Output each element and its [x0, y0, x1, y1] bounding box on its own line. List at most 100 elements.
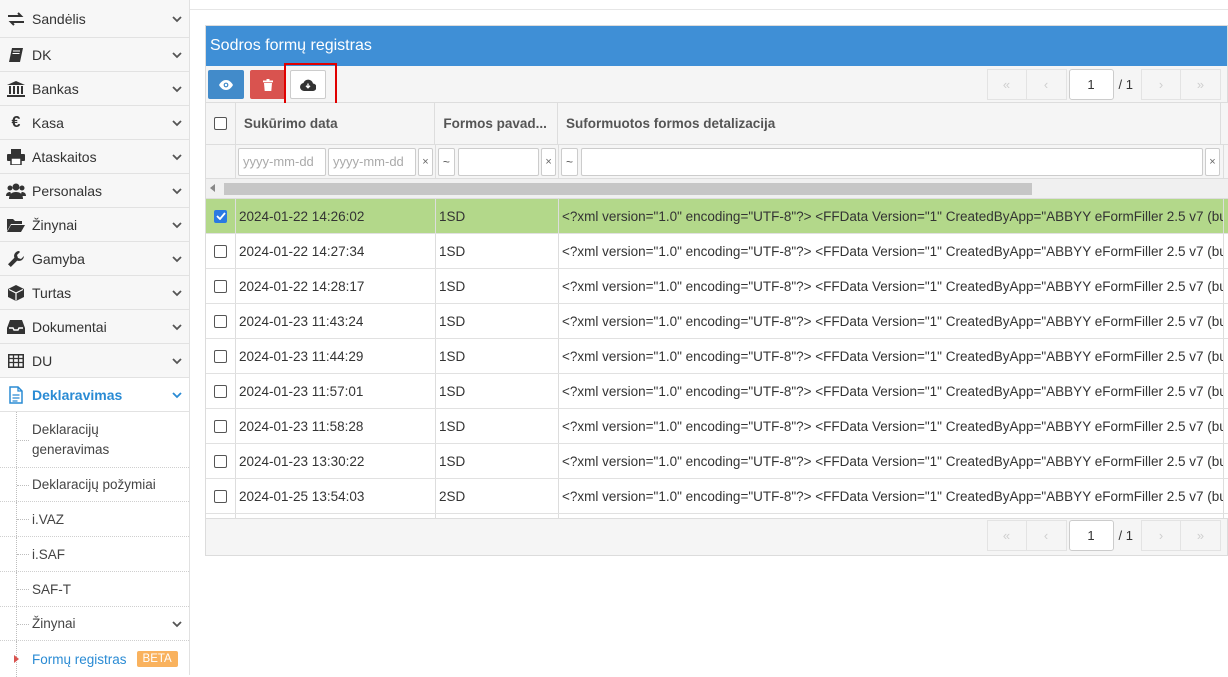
table-icon: [6, 351, 26, 371]
menu-label: Personalas: [32, 182, 103, 199]
submenu-item-formu-registras[interactable]: Formų registras BETA: [0, 641, 189, 677]
date-to-filter[interactable]: yyyy-mm-dd: [328, 147, 416, 176]
column-header-form-name[interactable]: Formos pavad...: [435, 103, 558, 144]
table-row[interactable]: 2024-01-23 11:57:01 1SD <?xml version="1…: [206, 374, 1228, 409]
menu-label: DK: [32, 46, 52, 63]
table-row[interactable]: 2024-01-22 14:26:02 1SD <?xml version="1…: [206, 199, 1228, 234]
detail-filter-operator[interactable]: ~: [561, 147, 578, 176]
row-form: 1SD: [436, 339, 559, 373]
chevron-down-icon: [172, 621, 182, 628]
menu-item-bankas[interactable]: Bankas: [0, 72, 189, 106]
table-row[interactable]: 2024-01-25 13:54:03 2SD <?xml version="1…: [206, 479, 1228, 514]
clear-detail-filter-button[interactable]: ×: [1205, 147, 1220, 176]
eye-icon: [219, 79, 233, 90]
menu-item-dk[interactable]: DK: [0, 38, 189, 72]
menu-item-deklaravimas[interactable]: Deklaravimas: [0, 378, 189, 412]
menu-item-sandelis[interactable]: Sandėlis: [0, 0, 189, 38]
row-checkbox[interactable]: [214, 384, 227, 398]
pager-page-input[interactable]: 1: [1068, 520, 1114, 551]
row-detail: <?xml version="1.0" encoding="UTF-8"?> <…: [559, 234, 1224, 268]
folder-open-icon: [6, 215, 26, 235]
row-checkbox[interactable]: [214, 349, 227, 363]
view-button[interactable]: [208, 70, 244, 99]
row-checkbox[interactable]: [214, 489, 227, 503]
inbox-icon: [6, 317, 26, 337]
menu-label: Ataskaitos: [32, 148, 97, 165]
top-pager: « ‹ 1 / 1 › »: [986, 68, 1227, 101]
column-header-created[interactable]: Sukūrimo data: [236, 103, 436, 144]
pager-prev-button[interactable]: ‹: [1026, 520, 1067, 551]
menu-item-dokumentai[interactable]: Dokumentai: [0, 310, 189, 344]
pager-first-button[interactable]: «: [986, 520, 1027, 551]
menu-item-du[interactable]: DU: [0, 344, 189, 378]
row-checkbox[interactable]: [214, 314, 227, 328]
detail-filter[interactable]: [581, 147, 1203, 176]
table-row[interactable]: 2024-01-23 11:43:24 1SD <?xml version="1…: [206, 304, 1228, 339]
pager-prev-button[interactable]: ‹: [1026, 69, 1067, 100]
submenu-label: Žinynai: [32, 616, 76, 631]
clear-form-filter-button[interactable]: ×: [541, 147, 556, 176]
row-checkbox[interactable]: [214, 279, 227, 293]
horizontal-scrollbar[interactable]: [206, 179, 1228, 199]
submenu-item-zinynai[interactable]: Žinynai: [0, 607, 189, 641]
chevron-down-icon: [172, 256, 182, 263]
row-form: 1SD: [436, 374, 559, 408]
chevron-down-icon: [172, 86, 182, 93]
table-row[interactable]: 2024-01-23 13:30:22 1SD <?xml version="1…: [206, 444, 1228, 479]
trash-icon: [263, 78, 273, 91]
row-form: 1SD: [436, 199, 559, 233]
form-name-filter[interactable]: [457, 147, 540, 176]
clear-date-filter-button[interactable]: ×: [418, 147, 433, 176]
pager-last-button[interactable]: »: [1181, 520, 1221, 551]
submenu-item-isaf[interactable]: i.SAF: [0, 537, 189, 572]
pager-first-button[interactable]: «: [986, 69, 1027, 100]
submenu-item-deklaraciju-generavimas[interactable]: Deklaracijų generavimas: [0, 412, 189, 468]
select-all-cell: [206, 103, 236, 144]
menu-item-zinynai[interactable]: Žinynai: [0, 208, 189, 242]
row-checkbox[interactable]: [214, 244, 227, 258]
row-date: 2024-01-23 11:57:01: [236, 374, 436, 408]
menu-item-ataskaitos[interactable]: Ataskaitos: [0, 140, 189, 174]
delete-button[interactable]: [250, 70, 286, 99]
date-from-filter[interactable]: yyyy-mm-dd: [238, 147, 326, 176]
submenu-item-ivaz[interactable]: i.VAZ: [0, 502, 189, 537]
select-all-checkbox[interactable]: [213, 117, 227, 130]
row-detail: <?xml version="1.0" encoding="UTF-8"?> <…: [559, 199, 1224, 233]
column-header-detail[interactable]: Suformuotos formos detalizacija: [558, 103, 1221, 144]
menu-label: Žinynai: [32, 216, 78, 233]
row-date: 2024-01-22 14:26:02: [236, 199, 436, 233]
pager-next-button[interactable]: ›: [1141, 520, 1181, 551]
column-header-extra: [1221, 103, 1228, 144]
table-row[interactable]: 2024-01-22 14:27:34 1SD <?xml version="1…: [206, 234, 1228, 269]
book-icon: [6, 45, 26, 65]
menu-item-turtas[interactable]: Turtas: [0, 276, 189, 310]
scrollbar-thumb[interactable]: [224, 183, 1032, 195]
submenu-item-saf-t[interactable]: SAF-T: [0, 572, 189, 607]
table-row[interactable]: 2024-01-23 11:44:29 1SD <?xml version="1…: [206, 339, 1228, 374]
row-form: 1SD: [436, 409, 559, 443]
row-detail: <?xml version="1.0" encoding="UTF-8"?> <…: [559, 444, 1224, 478]
row-date: 2024-01-23 11:58:28: [236, 409, 436, 443]
chevron-down-icon: [172, 52, 182, 59]
pager-next-button[interactable]: ›: [1141, 69, 1181, 100]
row-form: 1SD: [436, 304, 559, 338]
printer-icon: [6, 147, 26, 167]
pager-last-button[interactable]: »: [1181, 69, 1221, 100]
scroll-left-icon[interactable]: [210, 184, 215, 192]
pager-page-input[interactable]: 1: [1068, 69, 1114, 100]
menu-item-personalas[interactable]: Personalas: [0, 174, 189, 208]
row-checkbox[interactable]: [214, 454, 227, 468]
menu-item-kasa[interactable]: € Kasa: [0, 106, 189, 140]
row-checkbox[interactable]: [214, 419, 227, 433]
grid-rows: 2024-01-22 14:26:02 1SD <?xml version="1…: [206, 199, 1228, 519]
row-checkbox[interactable]: [214, 209, 227, 223]
detail-filter-cell: ~ ×: [559, 145, 1224, 178]
row-date: 2024-01-22 14:27:34: [236, 234, 436, 268]
menu-item-gamyba[interactable]: Gamyba: [0, 242, 189, 276]
submenu-label: SAF-T: [32, 581, 71, 597]
menu-label: Kasa: [32, 114, 64, 131]
table-row[interactable]: 2024-01-22 14:28:17 1SD <?xml version="1…: [206, 269, 1228, 304]
submenu-item-deklaraciju-pozymiai[interactable]: Deklaracijų požymiai: [0, 468, 189, 502]
form-filter-operator[interactable]: ~: [438, 147, 455, 176]
table-row[interactable]: 2024-01-23 11:58:28 1SD <?xml version="1…: [206, 409, 1228, 444]
